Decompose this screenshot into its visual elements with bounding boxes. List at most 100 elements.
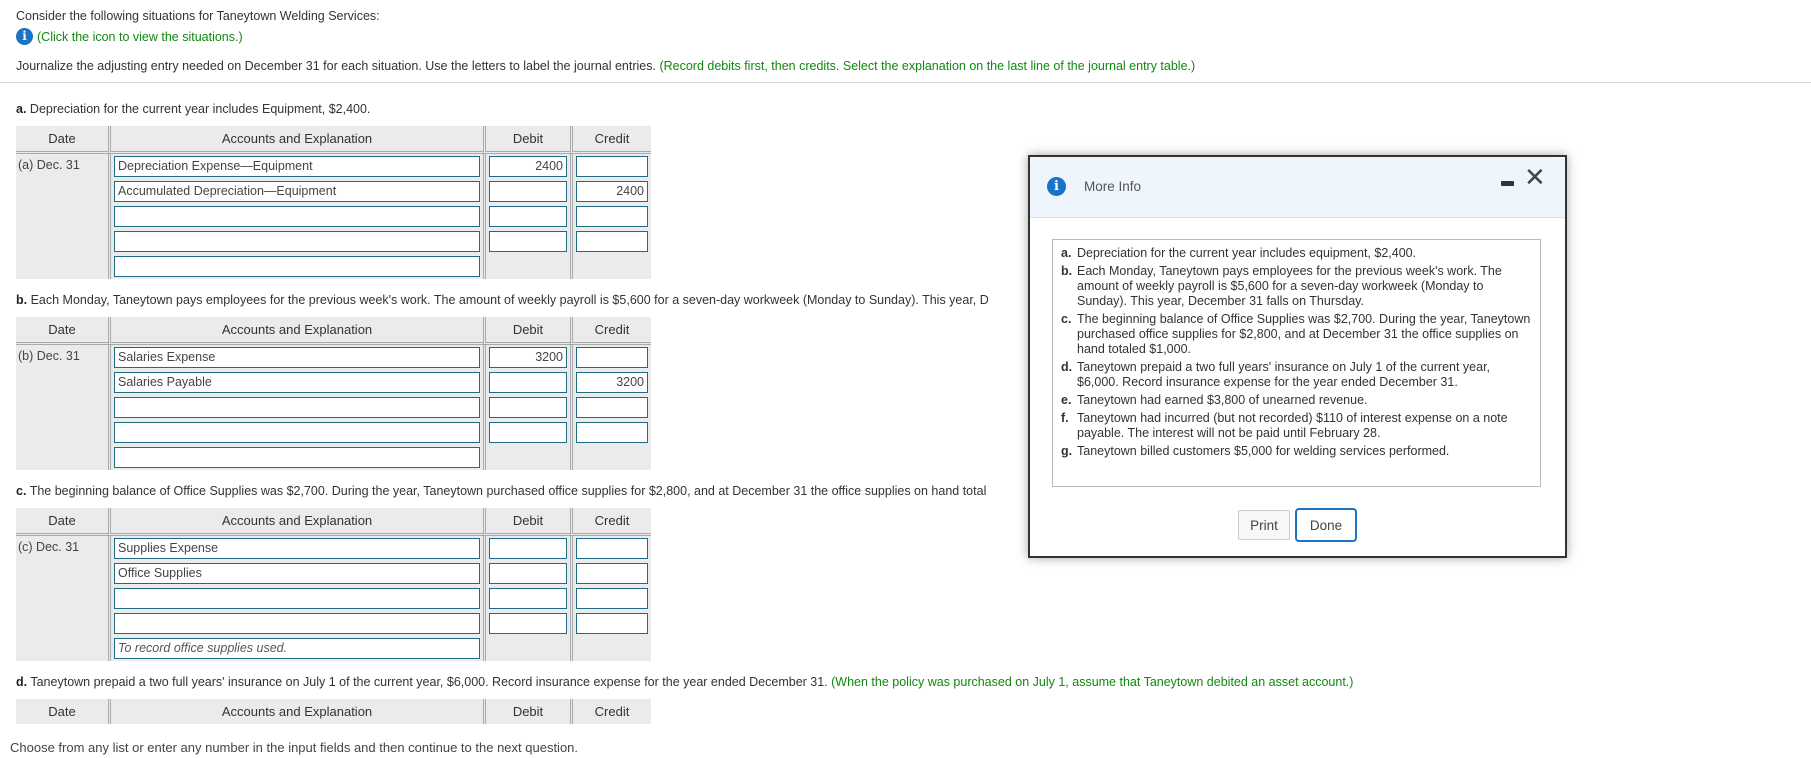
- list-item: c. The beginning balance of Office Suppli…: [1061, 312, 1531, 356]
- account-input[interactable]: [114, 422, 480, 443]
- header-credit: Credit: [570, 699, 651, 724]
- debit-input[interactable]: [489, 372, 567, 393]
- debit-input[interactable]: [489, 422, 567, 443]
- dialog-title: More Info: [1084, 179, 1142, 194]
- situations-link-label[interactable]: (Click the icon to view the situations.): [37, 30, 243, 44]
- debit-input[interactable]: [489, 613, 567, 634]
- debit-input[interactable]: 3200: [489, 347, 567, 368]
- account-input[interactable]: [114, 206, 480, 227]
- header-debit: Debit: [483, 699, 570, 724]
- table-row: Accumulated Depreciation—Equipment 2400: [16, 179, 651, 204]
- debit-input[interactable]: [489, 397, 567, 418]
- table-row: [16, 229, 651, 254]
- debit-input[interactable]: [489, 538, 567, 559]
- done-button[interactable]: Done: [1295, 508, 1357, 542]
- table-row: (c) Dec. 31 Supplies Expense: [16, 536, 651, 561]
- question-text: Depreciation for the current year includ…: [29, 102, 371, 116]
- question-c: c. The beginning balance of Office Suppl…: [16, 484, 986, 498]
- journal-table-b: Date Accounts and Explanation Debit Cred…: [16, 317, 651, 470]
- credit-input[interactable]: [576, 422, 648, 443]
- credit-input[interactable]: [576, 397, 648, 418]
- close-icon[interactable]: ✕: [1524, 165, 1546, 191]
- account-input[interactable]: Supplies Expense: [114, 538, 480, 559]
- credit-input[interactable]: [576, 206, 648, 227]
- table-header: Date Accounts and Explanation Debit Cred…: [16, 508, 651, 536]
- question-letter: c.: [16, 484, 27, 498]
- more-info-dialog: i More Info ✕ a. Depreciation for the cur…: [1028, 155, 1567, 558]
- account-input[interactable]: [114, 613, 480, 634]
- explanation-input[interactable]: [114, 447, 480, 468]
- header-date: Date: [16, 317, 108, 345]
- table-row: [16, 420, 651, 445]
- credit-input[interactable]: [576, 156, 648, 177]
- entry-date: (c) Dec. 31: [18, 540, 80, 554]
- debit-input[interactable]: [489, 563, 567, 584]
- account-input[interactable]: [114, 397, 480, 418]
- header-accounts: Accounts and Explanation: [108, 699, 483, 724]
- credit-input[interactable]: [576, 588, 648, 609]
- account-input[interactable]: [114, 588, 480, 609]
- explanation-input[interactable]: To record office supplies used.: [114, 638, 480, 659]
- footer-hint: Choose from any list or enter any number…: [10, 740, 579, 755]
- table-row: [16, 395, 651, 420]
- credit-input[interactable]: [576, 613, 648, 634]
- info-icon[interactable]: i: [16, 28, 33, 45]
- debit-input[interactable]: [489, 206, 567, 227]
- account-input[interactable]: Depreciation Expense—Equipment: [114, 156, 480, 177]
- account-input[interactable]: Accumulated Depreciation—Equipment: [114, 181, 480, 202]
- table-header: Date Accounts and Explanation Debit Cred…: [16, 317, 651, 345]
- credit-input[interactable]: [576, 231, 648, 252]
- table-row: [16, 254, 651, 279]
- header-debit: Debit: [483, 126, 570, 154]
- debit-input[interactable]: [489, 588, 567, 609]
- header-accounts: Accounts and Explanation: [108, 126, 483, 154]
- situations-list: a. Depreciation for the current year incl…: [1052, 239, 1541, 487]
- credit-input[interactable]: 2400: [576, 181, 648, 202]
- table-row: [16, 611, 651, 636]
- credit-input[interactable]: [576, 347, 648, 368]
- header-debit: Debit: [483, 508, 570, 536]
- debit-input[interactable]: [489, 181, 567, 202]
- question-text: Taneytown prepaid a two full years' insu…: [30, 675, 828, 689]
- header-date: Date: [48, 704, 76, 719]
- list-item: a. Depreciation for the current year incl…: [1061, 246, 1417, 260]
- instruction-text: Journalize the adjusting entry needed on…: [16, 59, 656, 73]
- instruction-hint: (Record debits first, then credits. Sele…: [659, 59, 1196, 73]
- credit-input[interactable]: 3200: [576, 372, 648, 393]
- question-hint: (When the policy was purchased on July 1…: [831, 675, 1354, 689]
- minimize-icon[interactable]: [1501, 181, 1514, 186]
- header-debit: Debit: [483, 317, 570, 345]
- list-item: g. Taneytown billed customers $5,000 for …: [1061, 444, 1450, 458]
- print-button[interactable]: Print: [1238, 510, 1290, 540]
- account-input[interactable]: Salaries Payable: [114, 372, 480, 393]
- list-item: b. Each Monday, Taneytown pays employees …: [1061, 264, 1502, 308]
- credit-input[interactable]: [576, 563, 648, 584]
- header-credit: Credit: [570, 508, 651, 536]
- question-b: b. Each Monday, Taneytown pays employees…: [16, 293, 989, 307]
- instructions: Journalize the adjusting entry needed on…: [16, 59, 1195, 73]
- header-credit: Credit: [570, 126, 651, 154]
- header-accounts: Accounts and Explanation: [108, 317, 483, 345]
- debit-input[interactable]: 2400: [489, 156, 567, 177]
- header-credit: Credit: [570, 317, 651, 345]
- divider: [0, 82, 1811, 83]
- account-input[interactable]: Salaries Expense: [114, 347, 480, 368]
- table-row: (b) Dec. 31 Salaries Expense 3200: [16, 345, 651, 370]
- table-row: Office Supplies: [16, 561, 651, 586]
- table-row: (a) Dec. 31 Depreciation Expense—Equipme…: [16, 154, 651, 179]
- debit-input[interactable]: [489, 231, 567, 252]
- account-input[interactable]: Office Supplies: [114, 563, 480, 584]
- journal-table-d: Date Accounts and Explanation Debit Cred…: [16, 699, 651, 724]
- situations-link[interactable]: i (Click the icon to view the situations…: [16, 28, 243, 45]
- explanation-input[interactable]: [114, 256, 480, 277]
- info-icon: i: [1047, 177, 1066, 196]
- dialog-header: i More Info ✕: [1030, 157, 1565, 218]
- account-input[interactable]: [114, 231, 480, 252]
- list-item: e. Taneytown had earned $3,800 of unearne…: [1061, 393, 1368, 407]
- list-item: d. Taneytown prepaid a two full years' in…: [1061, 360, 1491, 389]
- question-text: Each Monday, Taneytown pays employees fo…: [30, 293, 989, 307]
- journal-table-a: Date Accounts and Explanation Debit Cred…: [16, 126, 651, 279]
- question-letter: d.: [16, 675, 28, 689]
- journal-table-c: Date Accounts and Explanation Debit Cred…: [16, 508, 651, 661]
- credit-input[interactable]: [576, 538, 648, 559]
